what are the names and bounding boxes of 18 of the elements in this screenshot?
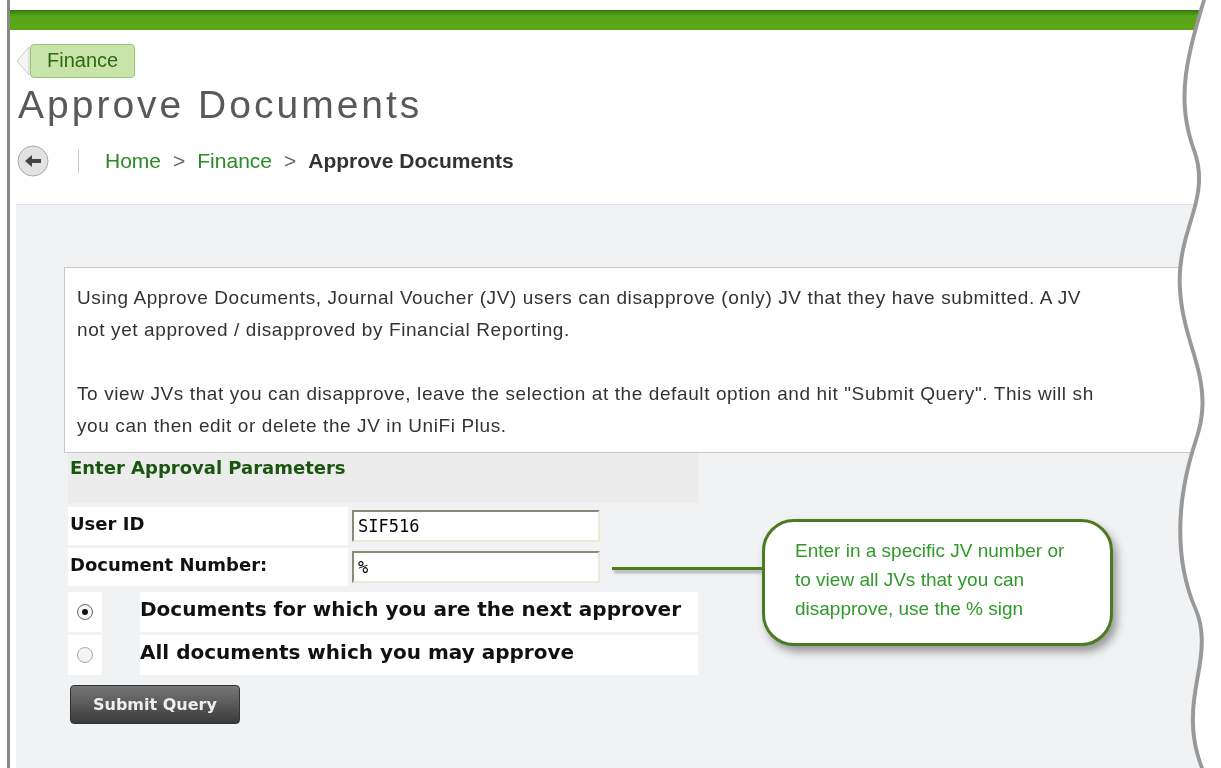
breadcrumb-link[interactable]: Finance [197,149,272,173]
input-field[interactable]: SIF516 [352,510,600,542]
intro-paragraph: To view JVs that you can disapprove, leave the selection at the default option and hit "Submit Query". This will sh you can then edit or delete the JV in UniFi Plus. [77,382,1095,438]
page-title: Approve Documents [18,82,424,128]
option-label: Documents for which you are the next approver [140,592,698,632]
field-label: User ID [68,507,348,545]
input-field[interactable]: % [352,551,600,583]
section-heading: Enter Approval Parameters [68,453,698,503]
submit-button[interactable]: Submit Query [70,685,240,724]
field-label: Document Number: [68,548,348,586]
finance-button[interactable]: Finance [30,44,136,78]
option-label: All documents which you may approve [140,635,698,675]
breadcrumb-separator: > [173,149,186,173]
breadcrumb-link[interactable]: Home [105,149,162,173]
callout-bubble: Enter in a specific JV number or to view all JVs that you can disapprove, use the % sign [762,519,1113,646]
breadcrumb-current: Approve Documents [308,149,514,173]
intro-paragraph: Using Approve Documents, Journal Voucher (JV) users can disapprove (only) JV that they have submitted. A JV not yet approved / disapproved by Financial Reporting. [77,286,1083,342]
breadcrumb-separator: > [284,149,297,173]
